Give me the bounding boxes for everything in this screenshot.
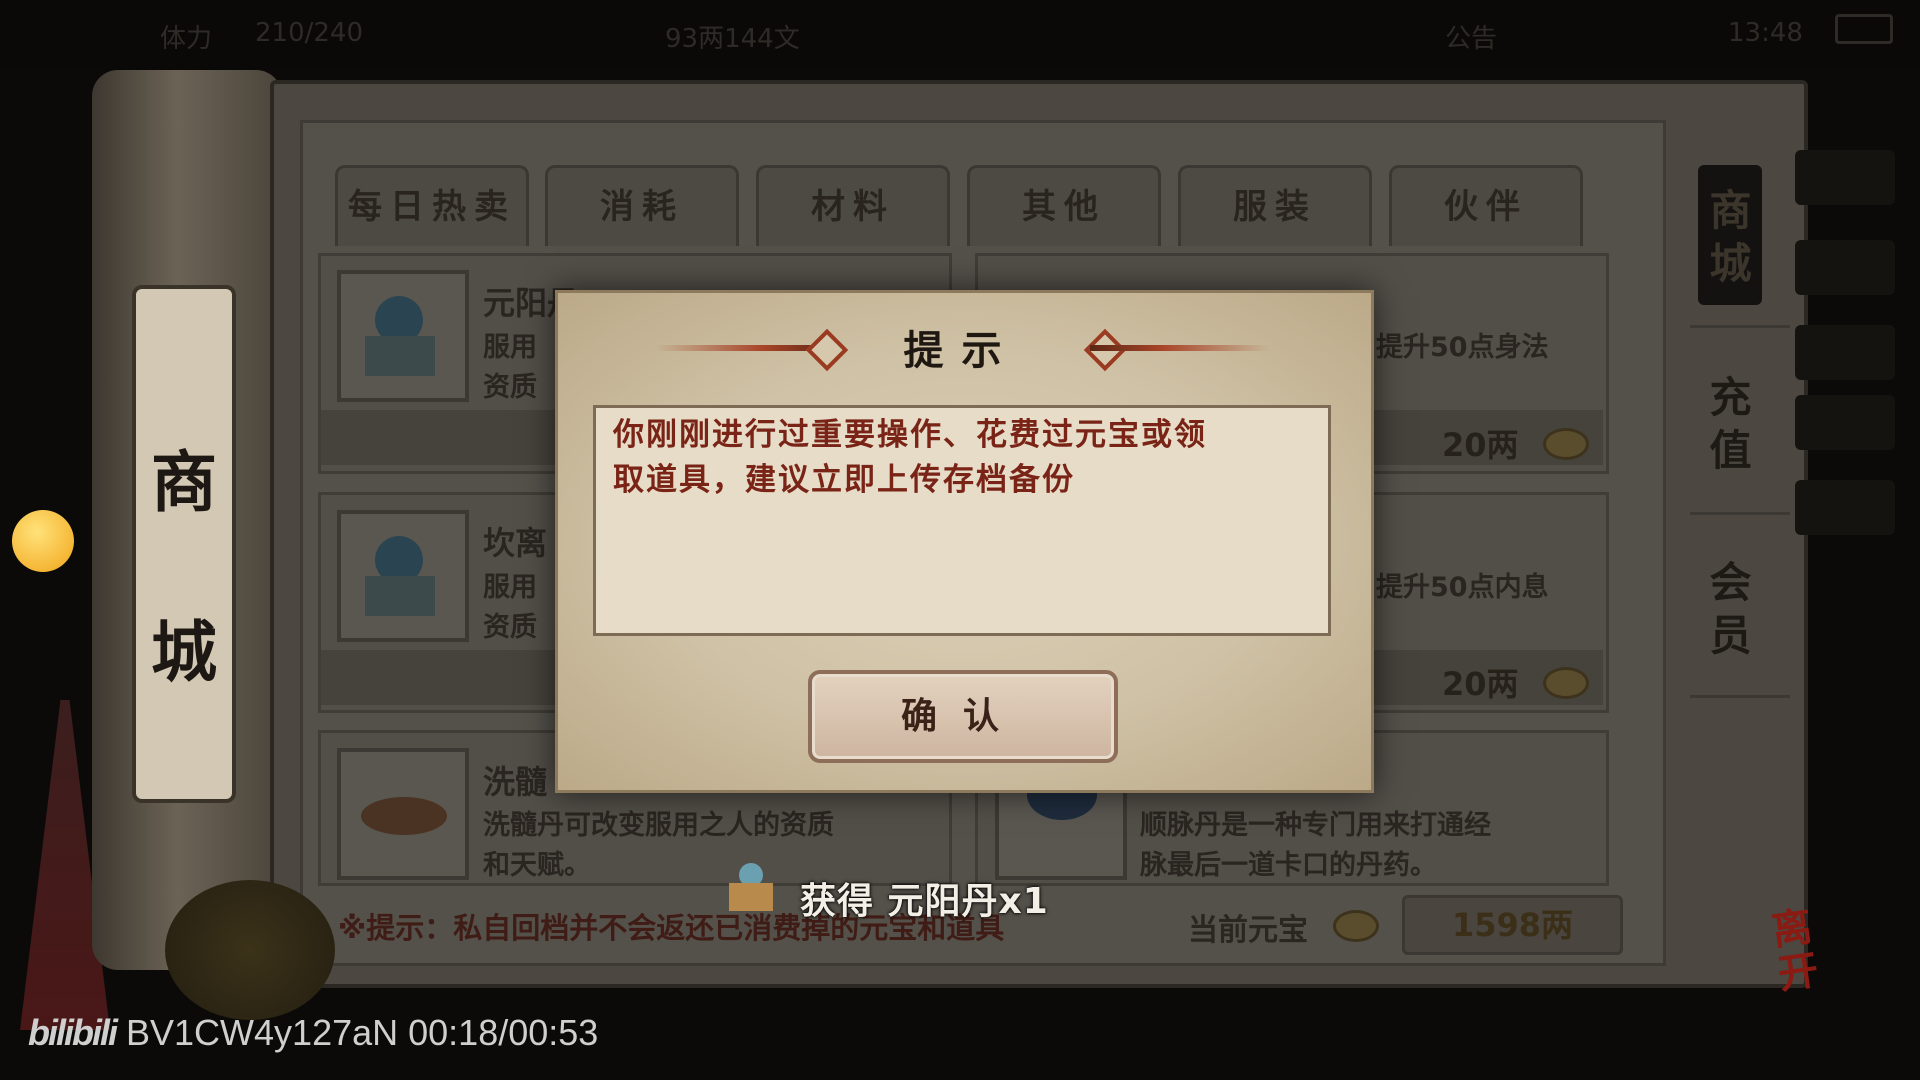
side-nav-divider (1690, 325, 1790, 328)
side-button[interactable] (1795, 325, 1895, 380)
side-button[interactable] (1795, 480, 1895, 535)
item-desc: 和天赋。 (483, 850, 591, 881)
tab-daily-hot[interactable]: 每日热卖 (335, 165, 529, 246)
side-button[interactable] (1795, 150, 1895, 205)
coin-decoration (165, 880, 335, 1020)
gold-ingot-icon (1543, 667, 1589, 699)
confirm-button[interactable]: 确认 (808, 670, 1118, 763)
item-desc: 服用 (483, 332, 537, 363)
side-nav-char[interactable]: 充 (1678, 372, 1783, 424)
item-name: 坎离 (483, 524, 548, 562)
stamina-label: 体力 (160, 24, 213, 54)
item-name: 洗髓 (483, 763, 548, 801)
item-desc: 洗髓丹可改变服用之人的资质 (483, 810, 834, 841)
tab-consumables[interactable]: 消耗 (545, 165, 739, 246)
announcement-button[interactable]: 公告 (1445, 18, 1497, 55)
side-nav-char[interactable]: 员 (1678, 610, 1783, 662)
bilibili-logo: bilibili (28, 1012, 118, 1053)
dialog-message: 你刚刚进行过重要操作、花费过元宝或领 取道具，建议立即上传存档备份 (613, 413, 1313, 503)
exit-seal-text: 离开 (1769, 903, 1822, 999)
status-bar: 体力 210/240 93两144文 公告 13:48 (0, 0, 1920, 70)
item-desc: 资质 (483, 612, 537, 643)
pill-item-icon (337, 270, 469, 402)
side-nav-divider (1690, 512, 1790, 515)
item-desc: 脉最后一道卡口的丹药。 (1140, 850, 1437, 881)
side-nav-char[interactable]: 值 (1678, 425, 1783, 477)
scroll-title-panel: 商 城 (132, 285, 236, 803)
tab-other[interactable]: 其他 (967, 165, 1161, 246)
side-button[interactable] (1795, 395, 1895, 450)
battery-icon (1835, 14, 1893, 44)
pill-item-icon (337, 510, 469, 642)
item-desc: 服用 (483, 572, 537, 603)
reward-toast: 获得 元阳丹x1 (800, 881, 1049, 922)
pill-item-icon (727, 863, 775, 913)
scroll-title-char: 城 (151, 614, 217, 691)
pill-item-icon (337, 748, 469, 880)
tab-materials[interactable]: 材料 (756, 165, 950, 246)
current-yuanbao-value: 1598两 (1402, 895, 1623, 955)
item-desc: 顺脉丹是一种专门用来打通经 (1140, 810, 1491, 841)
tab-partners[interactable]: 伙伴 (1389, 165, 1583, 246)
video-timestamp: BV1CW4y127aN 00:18/00:53 (126, 1012, 599, 1053)
floating-smiley-icon[interactable] (12, 510, 74, 572)
side-button[interactable] (1795, 240, 1895, 295)
gold-ingot-icon (1333, 910, 1379, 942)
side-nav-char[interactable]: 会 (1678, 557, 1783, 609)
item-desc: 提升50点内息 (1376, 572, 1549, 603)
item-desc: 提升50点身法 (1376, 332, 1549, 363)
scroll-title-char: 商 (151, 444, 217, 521)
video-watermark: bilibili BV1CW4y127aN 00:18/00:53 (28, 1012, 598, 1054)
money-value: 93两144文 (665, 24, 800, 54)
current-yuanbao-label: 当前元宝 (1188, 913, 1308, 948)
tab-costumes[interactable]: 服装 (1178, 165, 1372, 246)
dialog-title: 提示 (903, 328, 1020, 374)
item-desc: 资质 (483, 372, 537, 403)
clock: 13:48 (1728, 18, 1803, 48)
exit-seal-button[interactable]: 离开 (1769, 904, 1845, 1000)
side-nav-char[interactable]: 城 (1678, 238, 1783, 290)
item-price: 20两 (1442, 665, 1519, 703)
gold-ingot-icon (1543, 428, 1589, 460)
dialog-message-line: 你刚刚进行过重要操作、花费过元宝或领 (613, 417, 1207, 453)
item-price: 20两 (1442, 426, 1519, 464)
dialog-message-line: 取道具，建议立即上传存档备份 (613, 462, 1075, 498)
side-nav-char[interactable]: 商 (1678, 185, 1783, 237)
stamina-value: 210/240 (255, 18, 364, 48)
side-nav-divider (1690, 695, 1790, 698)
